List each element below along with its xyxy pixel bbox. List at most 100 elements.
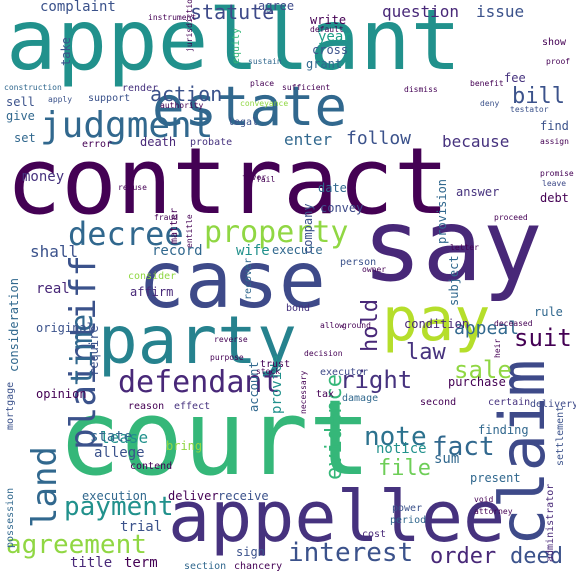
word-give: give	[6, 109, 35, 123]
word-settlement: settlement	[555, 405, 566, 466]
word-execution: execution	[82, 489, 148, 503]
word-find: find	[540, 119, 569, 133]
word-take: take	[59, 37, 73, 66]
word-because: because	[442, 132, 510, 151]
word-section: section	[184, 561, 227, 572]
word-trial: trial	[120, 519, 163, 535]
word-fee: fee	[504, 71, 526, 85]
word-ground: ground	[342, 321, 371, 330]
word-affirm: affirm	[130, 285, 174, 299]
word-administrator: administrator	[545, 483, 556, 562]
word-legal: legal	[228, 117, 259, 128]
word-title: title	[70, 555, 113, 571]
word-debt: debt	[540, 191, 569, 205]
word-reverse: reverse	[214, 335, 248, 344]
word-notice: notice	[376, 441, 427, 457]
word-executor: executor	[320, 367, 369, 378]
word-attorney: attorney	[474, 507, 513, 516]
word-entitle: entitle	[185, 214, 194, 248]
word-authority: authority	[160, 101, 204, 110]
word-contend: contend	[130, 461, 173, 472]
word-present: present	[470, 471, 521, 485]
word-opinion: opinion	[36, 387, 87, 401]
word-file: file	[378, 456, 431, 481]
word-delivery: delivery	[530, 399, 576, 410]
word-instrument: instrument	[148, 13, 197, 22]
word-assign: assign	[540, 137, 569, 146]
word-certain: certain	[488, 397, 531, 408]
word-show: show	[542, 37, 567, 48]
word-question: question	[382, 2, 460, 21]
word-receive: receive	[218, 489, 269, 503]
word-finding: finding	[478, 423, 529, 437]
word-power: power	[392, 503, 423, 514]
word-complaint: complaint	[40, 0, 116, 15]
word-benefit: benefit	[470, 79, 504, 88]
word-decision: decision	[304, 349, 343, 358]
word-purpose: purpose	[210, 353, 244, 362]
word-deceased: deceased	[494, 319, 533, 328]
word-sustain: sustain	[248, 57, 282, 66]
word-cost: cost	[362, 529, 387, 540]
word-company: company	[301, 203, 315, 254]
word-equity: equity	[231, 27, 242, 64]
word-construction: construction	[4, 83, 62, 92]
word-enter: enter	[284, 130, 333, 149]
word-answer: answer	[456, 185, 500, 199]
word-mortgage: mortgage	[5, 381, 16, 430]
word-consider: consider	[128, 271, 177, 282]
word-support: support	[88, 93, 131, 104]
word-set: set	[14, 131, 36, 145]
word-rule: rule	[534, 305, 563, 319]
word-consideration: consideration	[7, 278, 21, 372]
word-deliver: deliver	[168, 489, 219, 503]
word-fraud: fraud	[154, 213, 179, 222]
word-issue: issue	[476, 2, 525, 21]
word-record: record	[152, 243, 203, 259]
word-effect: effect	[174, 401, 211, 412]
word-bond: bond	[286, 303, 311, 314]
word-purchase: purchase	[448, 375, 506, 389]
word-heir: heir	[493, 338, 502, 358]
word-probate: probate	[190, 137, 233, 148]
word-dismiss: dismiss	[404, 85, 438, 94]
word-money: money	[22, 169, 65, 185]
word-sell: sell	[6, 95, 35, 109]
word-proof: proof	[546, 57, 571, 66]
word-recover: recover	[243, 257, 254, 300]
word-render: render	[122, 83, 159, 94]
word-second: second	[420, 397, 457, 408]
word-default: default	[310, 25, 344, 34]
word-real: real	[36, 281, 70, 297]
word-chancery: chancery	[234, 561, 283, 572]
word-owner: owner	[362, 265, 387, 274]
word-jurisdiction: jurisdiction	[185, 0, 194, 52]
word-sum: sum	[434, 451, 460, 467]
word-refuse: refuse	[118, 183, 147, 192]
word-leave: leave	[542, 179, 567, 188]
word-promise: promise	[540, 169, 574, 178]
word-allow: allow	[320, 321, 345, 330]
word-apply: apply	[48, 95, 73, 104]
word-stock: stock	[256, 367, 281, 376]
word-conveyance: conveyance	[240, 99, 289, 108]
word-cloud: court contract say appellant estate case…	[0, 0, 576, 576]
word-shall: shall	[30, 242, 79, 261]
word-reason: reason	[128, 401, 165, 412]
word-sufficient: sufficient	[282, 83, 331, 92]
word-damage: damage	[342, 393, 379, 404]
word-order: order	[430, 544, 497, 569]
word-original: original	[36, 321, 94, 335]
word-sign: sign	[236, 545, 265, 559]
word-convey: convey	[320, 201, 364, 215]
word-place: place	[250, 79, 275, 88]
word-testator: testator	[510, 105, 549, 114]
word-judgment: judgment	[40, 105, 214, 146]
word-error: error	[82, 139, 113, 150]
word-void: void	[474, 495, 494, 504]
word-necessary: necessary	[299, 370, 308, 414]
word-proceed: proceed	[494, 213, 528, 222]
word-suit: suit	[514, 324, 572, 352]
word-law: law	[406, 340, 446, 365]
word-period: period	[390, 515, 427, 526]
